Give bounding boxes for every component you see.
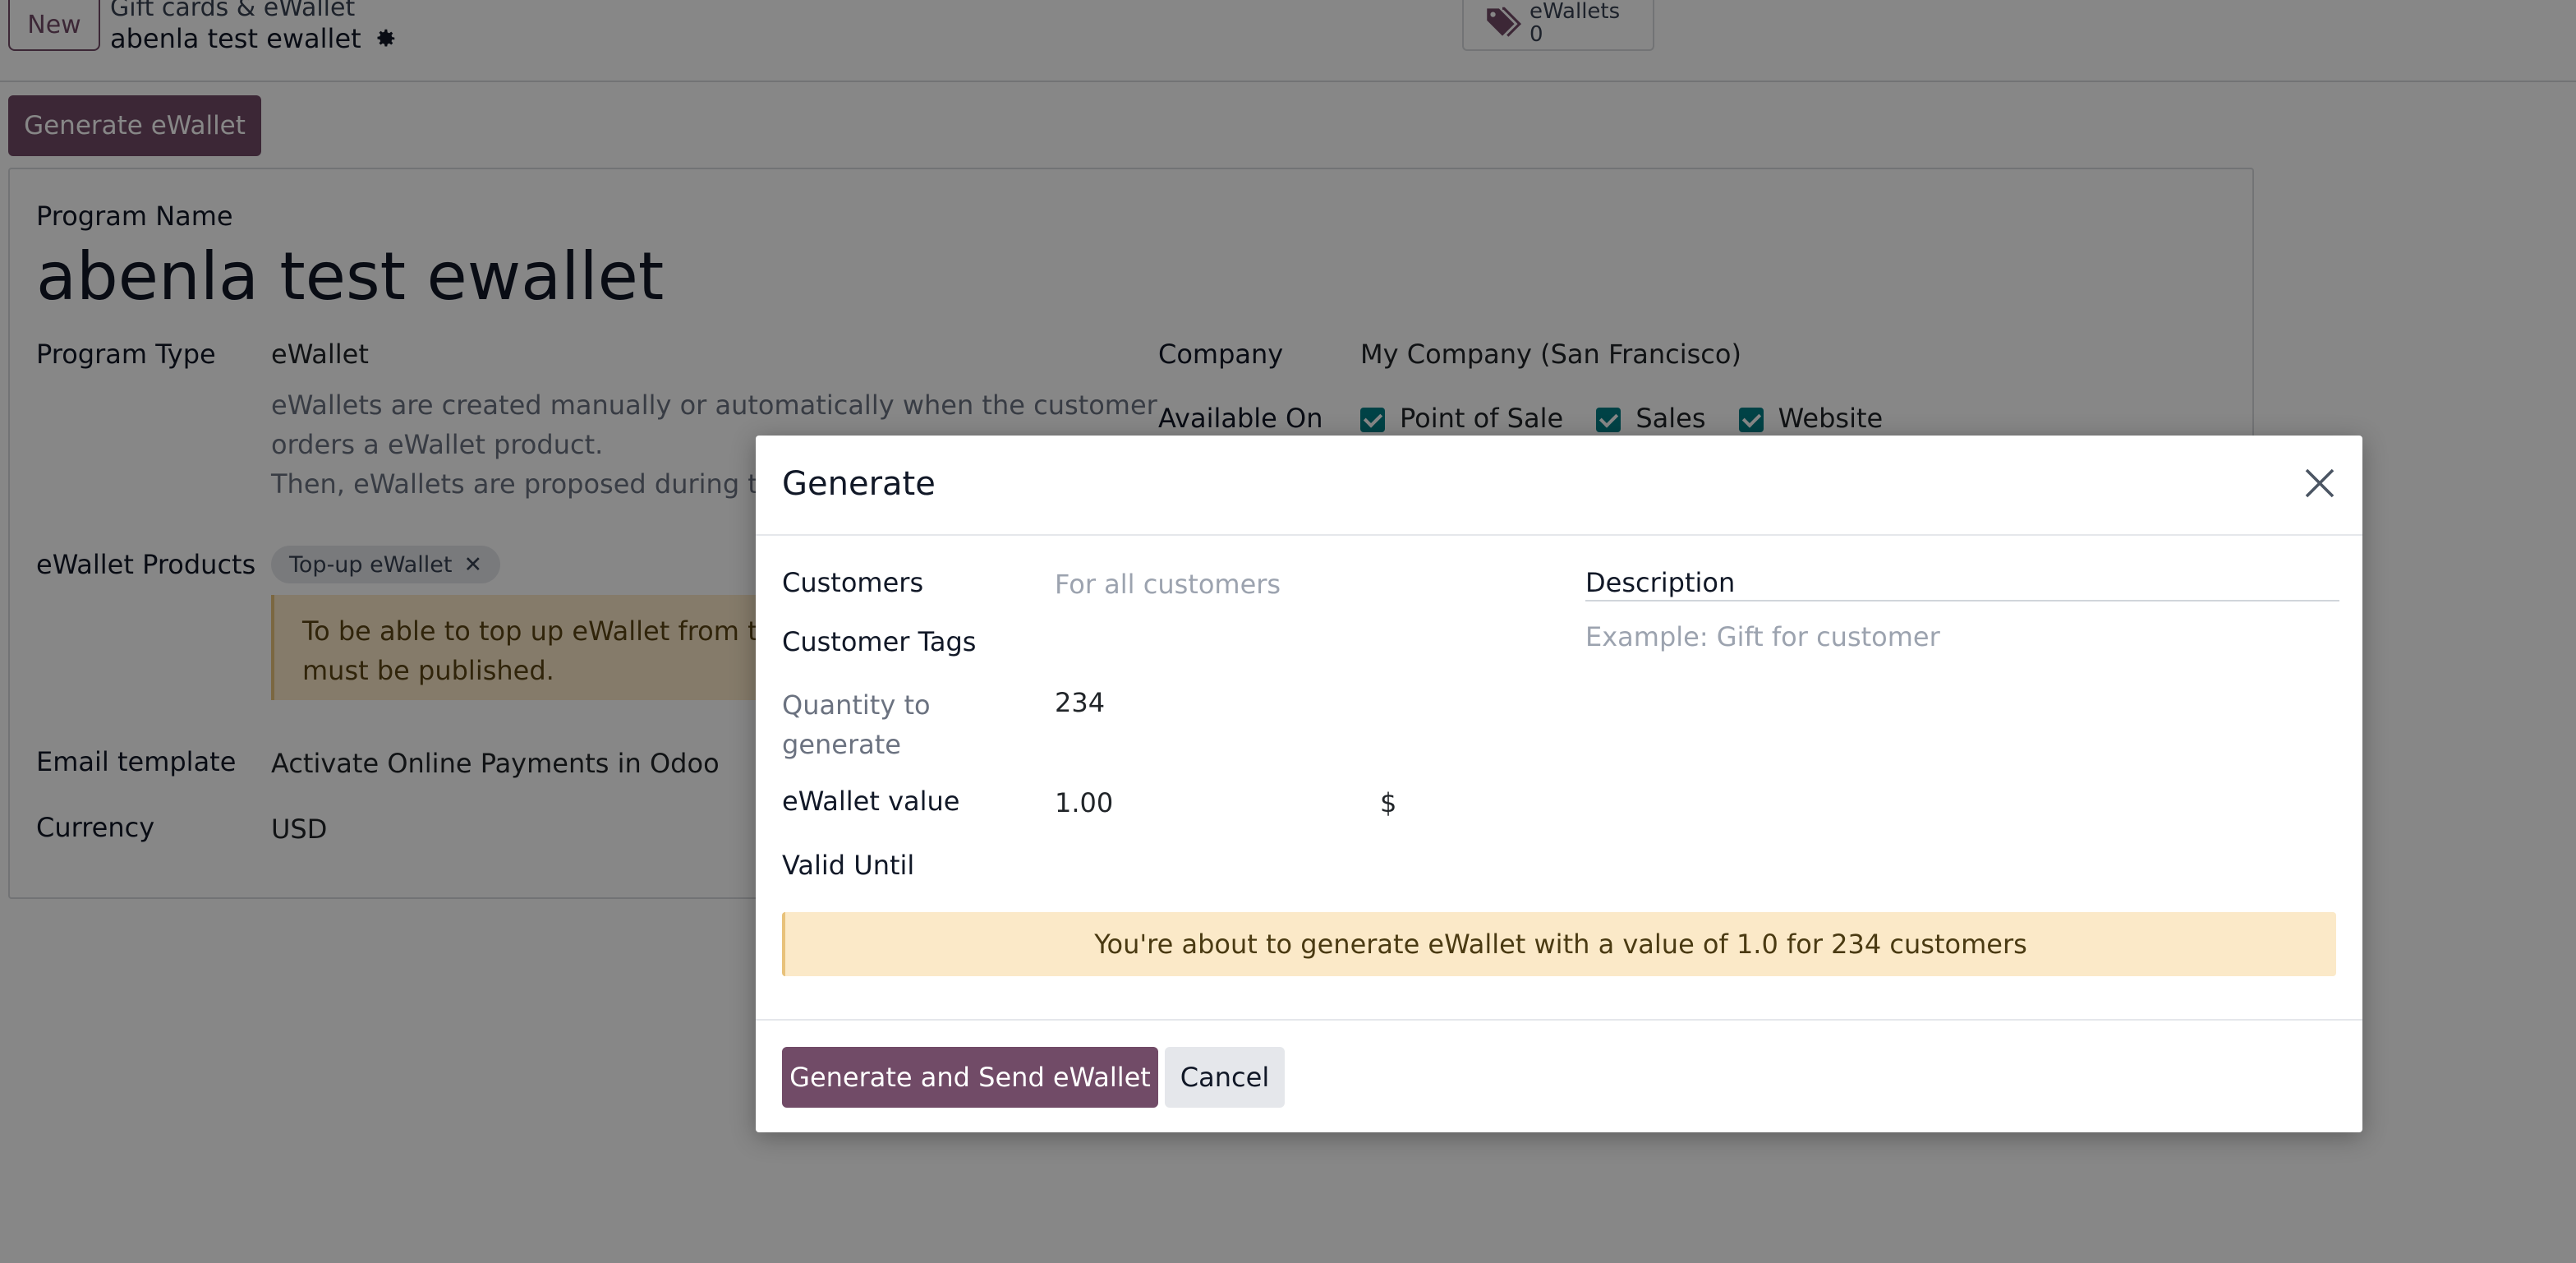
- dialog-footer: Generate and Send eWallet Cancel: [756, 1019, 2362, 1134]
- dialog-title: Generate: [782, 465, 936, 503]
- customers-label: Customers: [782, 567, 924, 598]
- customers-input[interactable]: For all customers: [1055, 569, 1281, 600]
- customer-tags-input[interactable]: [1055, 626, 1515, 662]
- currency-symbol: $: [1380, 787, 1397, 818]
- cancel-button[interactable]: Cancel: [1165, 1047, 1285, 1108]
- valid-until-label: Valid Until: [782, 850, 915, 881]
- description-input[interactable]: Example: Gift for customer: [1585, 621, 1940, 652]
- dialog-header: Generate: [756, 436, 2362, 536]
- quantity-label: Quantity to generate: [782, 685, 931, 764]
- close-icon[interactable]: [2300, 463, 2339, 503]
- description-divider: [1585, 600, 2339, 602]
- description-label: Description: [1585, 567, 1736, 598]
- ewallet-value-input[interactable]: 1.00: [1055, 787, 1113, 818]
- quantity-input[interactable]: 234: [1055, 687, 1105, 718]
- generate-and-send-button[interactable]: Generate and Send eWallet: [782, 1047, 1158, 1108]
- customer-tags-label: Customer Tags: [782, 626, 977, 657]
- quantity-label-line: Quantity to: [782, 689, 931, 721]
- generate-dialog: Generate Customers For all customers Cus…: [756, 436, 2362, 1132]
- valid-until-input[interactable]: [1055, 850, 1515, 886]
- quantity-label-line: generate: [782, 729, 901, 760]
- generate-summary-alert: You're about to generate eWallet with a …: [782, 912, 2336, 976]
- ewallet-value-label: eWallet value: [782, 786, 960, 817]
